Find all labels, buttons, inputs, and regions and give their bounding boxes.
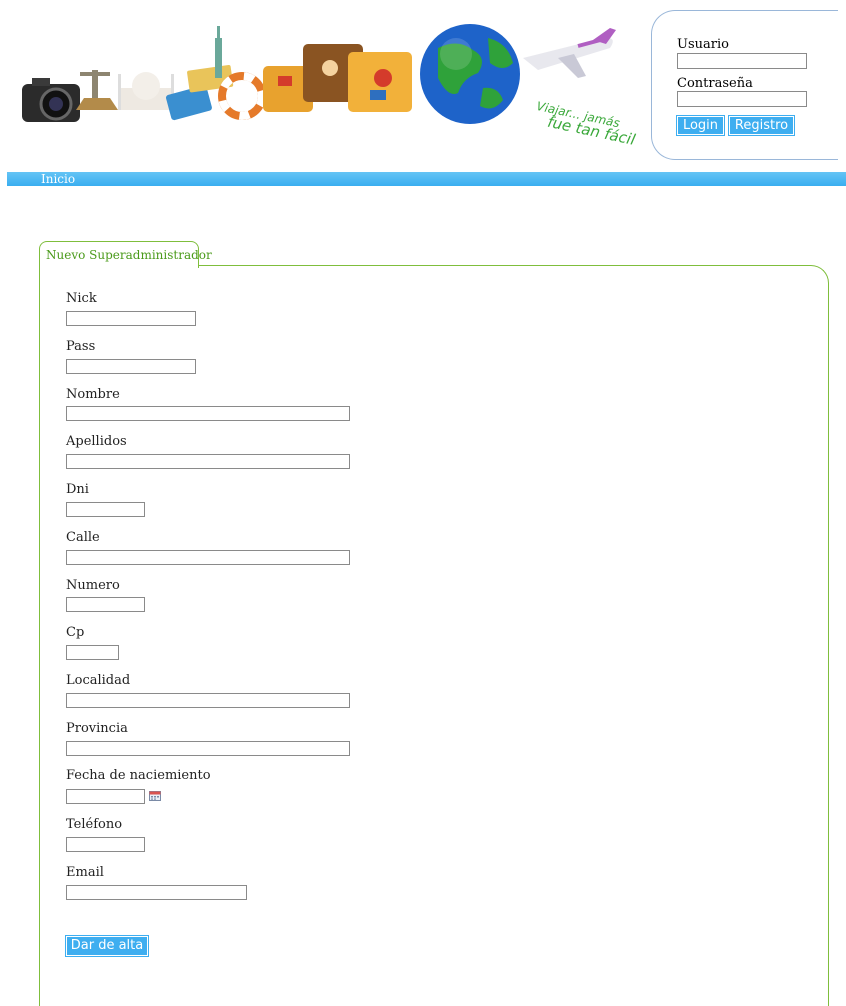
taj-mahal-icon bbox=[118, 72, 174, 110]
calle-label: Calle bbox=[66, 530, 100, 545]
login-panel: Usuario Contraseña Login Registro bbox=[651, 10, 838, 160]
telefono-label: Teléfono bbox=[66, 817, 123, 832]
email-label: Email bbox=[66, 865, 104, 880]
header-banner: Viajar... jamás fue tan fácil bbox=[18, 18, 638, 149]
calendar-icon[interactable] bbox=[149, 790, 161, 801]
form-tab-title: Nuevo Superadministrador bbox=[46, 248, 212, 262]
globe-icon bbox=[420, 24, 520, 124]
user-input[interactable] bbox=[677, 53, 807, 69]
apellidos-input[interactable] bbox=[66, 454, 350, 469]
nick-input[interactable] bbox=[66, 311, 196, 326]
travel-banner-illustration bbox=[22, 24, 616, 124]
nick-label: Nick bbox=[66, 291, 97, 306]
telefono-input[interactable] bbox=[66, 837, 145, 852]
provincia-label: Provincia bbox=[66, 721, 128, 736]
cp-input[interactable] bbox=[66, 645, 119, 660]
numero-input[interactable] bbox=[66, 597, 145, 612]
user-label: Usuario bbox=[677, 37, 729, 52]
provincia-input[interactable] bbox=[66, 741, 350, 756]
fecha-input[interactable] bbox=[66, 789, 145, 804]
login-button[interactable]: Login bbox=[676, 115, 725, 136]
localidad-input[interactable] bbox=[66, 693, 350, 708]
pass-input[interactable] bbox=[66, 359, 196, 374]
numero-label: Numero bbox=[66, 578, 120, 593]
nombre-label: Nombre bbox=[66, 387, 120, 402]
register-button[interactable]: Registro bbox=[728, 115, 795, 136]
nav-bar: Inicio bbox=[7, 172, 846, 186]
form-tab: Nuevo Superadministrador bbox=[39, 241, 212, 268]
cp-label: Cp bbox=[66, 625, 85, 640]
suitcases-icon bbox=[263, 44, 412, 112]
nav-link-inicio[interactable]: Inicio bbox=[41, 172, 75, 186]
airplane-icon bbox=[523, 28, 616, 78]
password-label: Contraseña bbox=[677, 76, 753, 91]
nombre-input[interactable] bbox=[66, 406, 350, 421]
calle-input[interactable] bbox=[66, 550, 350, 565]
life-ring-icon bbox=[218, 72, 266, 120]
email-input[interactable] bbox=[66, 885, 247, 900]
localidad-label: Localidad bbox=[66, 673, 131, 688]
submit-button[interactable]: Dar de alta bbox=[65, 935, 149, 957]
camera-icon bbox=[22, 78, 80, 122]
pass-label: Pass bbox=[66, 339, 96, 354]
apellidos-label: Apellidos bbox=[66, 434, 127, 449]
monument-icon bbox=[76, 70, 118, 110]
statue-of-liberty-icon bbox=[215, 26, 222, 78]
dni-input[interactable] bbox=[66, 502, 145, 517]
fecha-label: Fecha de naciemiento bbox=[66, 768, 211, 783]
password-input[interactable] bbox=[677, 91, 807, 107]
dni-label: Dni bbox=[66, 482, 89, 497]
